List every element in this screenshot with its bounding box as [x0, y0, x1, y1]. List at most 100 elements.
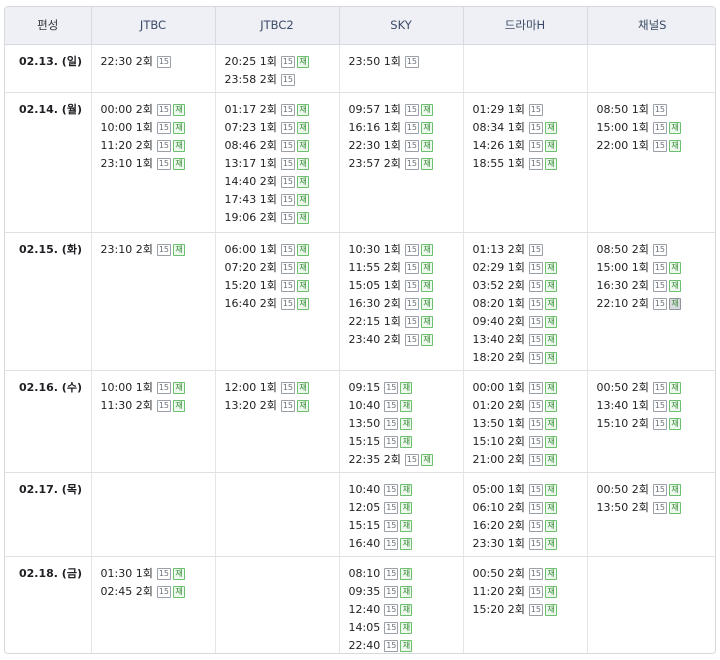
airtime-text: 07:20 2회	[224, 260, 277, 274]
rerun-badge: 재	[669, 417, 682, 430]
age-rating-15-badge: 15	[384, 603, 399, 616]
airtime-slot: 00:50 2회 15 재	[473, 565, 587, 583]
rerun-badge: 재	[173, 567, 186, 580]
airtime-text: 15:20 1회	[224, 278, 277, 292]
airtime-text: 13:50 1회	[472, 416, 525, 430]
airtime-text: 15:00 1회	[596, 120, 649, 134]
airtime-text: 02:29 1회	[472, 260, 525, 274]
airtime-slot: 11:30 2회 15 재	[101, 397, 215, 415]
age-rating-15-badge: 15	[404, 103, 420, 116]
rerun-badge: 재	[297, 139, 310, 152]
schedule-cell: 00:00 2회 15 재 10:00 1회 15 재 11:20 2회 15 재 23:10 1…	[91, 92, 216, 233]
airtime-slot: 00:50 2회 15 재	[596, 481, 716, 499]
age-rating-15-badge: 15	[384, 399, 399, 412]
airtime-slot: 01:17 2회 15 재	[225, 101, 339, 119]
rerun-badge: 재	[545, 333, 558, 346]
airtime-text: 14:40 2회	[224, 174, 277, 188]
header-channel-channels: 채널S	[587, 7, 715, 45]
airtime-slot: 13:40 1회 15 재	[597, 397, 716, 415]
rerun-badge: 재	[669, 483, 682, 496]
airtime-text: 15:20 2회	[472, 602, 525, 616]
airtime-text: 15:00 1회	[596, 260, 649, 274]
airtime-slot: 13:50 15 재	[349, 415, 463, 433]
age-rating-15-badge: 15	[528, 537, 544, 550]
airtime-text: 06:00 1회	[224, 242, 277, 256]
airtime-slot: 01:29 1회 15	[473, 101, 587, 119]
rerun-badge: 재	[669, 381, 682, 394]
age-rating-15-badge: 15	[156, 243, 172, 256]
airtime-slot: 08:10 15 재	[349, 565, 463, 583]
airtime-text: 09:15	[348, 380, 381, 394]
airtime-slot: 15:05 1회 15 재	[349, 277, 463, 295]
airtime-slot: 10:30 1회 15 재	[349, 241, 463, 259]
airtime-text: 13:50 2회	[596, 500, 649, 514]
airtime-slot: 07:23 1회 15 재	[225, 119, 339, 137]
schedule-cell: 10:40 15 재 12:05 15 재 15:15 15 재 16:40 15 재	[339, 472, 464, 557]
airtime-slot: 17:43 1회 15 재	[225, 191, 339, 209]
airtime-text: 10:40	[348, 482, 381, 496]
airtime-slot: 15:00 1회 15 재	[596, 119, 716, 137]
age-rating-15-badge: 15	[528, 453, 544, 466]
schedule-cell: 09:15 15 재 10:40 15 재 13:50 15 재 15:15 15 재 22:35 2회…	[339, 370, 464, 473]
airtime-text: 15:10 2회	[596, 416, 649, 430]
schedule-cell: 10:30 1회 15 재 11:55 2회 15 재 15:05 1회 15 재 16:30 2…	[339, 232, 464, 371]
airtime-slot: 23:40 2회 15 재	[349, 331, 463, 349]
airtime-slot: 05:00 1회 15 재	[473, 481, 587, 499]
schedule-cell: 00:00 1회 15 재 01:20 2회 15 재 13:50 1회 15 재 15:10 2…	[463, 370, 588, 473]
airtime-slot: 15:10 2회 15 재	[473, 433, 587, 451]
rerun-badge: 재	[669, 279, 682, 292]
header-channel-jtbc2: JTBC2	[215, 7, 340, 45]
airtime-text: 00:00 1회	[472, 380, 525, 394]
rerun-badge: 재	[421, 139, 434, 152]
age-rating-15-badge: 15	[528, 519, 544, 532]
airtime-slot: 11:55 2회 15 재	[349, 259, 463, 277]
rerun-badge: 재	[400, 639, 413, 652]
age-rating-15-badge: 15	[156, 103, 172, 116]
age-rating-15-badge: 15	[652, 243, 668, 256]
rerun-badge: 재	[421, 453, 434, 466]
table-row: 02.16. (수) 10:00 1회 15 재 11:30 2회 15 재 12:00 1회…	[5, 370, 716, 473]
schedule-cell: 01:29 1회 15 08:34 1회 15 재 14:26 1회 15 재 18:55 1회…	[463, 92, 588, 233]
schedule-cell: 23:10 2회 15 재	[91, 232, 216, 371]
schedule-cell	[215, 556, 340, 653]
age-rating-15-badge: 15	[156, 157, 172, 170]
airtime-text: 16:40 2회	[224, 296, 277, 310]
rerun-badge: 재	[297, 157, 310, 170]
age-rating-15-badge: 15	[384, 381, 399, 394]
age-rating-15-badge: 15	[528, 279, 544, 292]
table-row: 02.13. (일) 22:30 2회 15 20:25 1회 15 재 23:58 2회 1…	[5, 44, 715, 93]
schedule-cell: 08:10 15 재 09:35 15 재 12:40 15 재 14:05 15 재 22:40 15 재	[339, 556, 464, 653]
age-rating-15-badge: 15	[384, 567, 399, 580]
airtime-text: 23:40 2회	[348, 332, 401, 346]
rerun-badge: 재	[173, 399, 186, 412]
age-rating-15-badge: 15	[280, 175, 296, 188]
airtime-slot: 16:40 2회 15 재	[225, 295, 339, 313]
age-rating-15-badge: 15	[404, 333, 420, 346]
airtime-slot: 23:30 1회 15 재	[473, 535, 587, 553]
age-rating-15-badge: 15	[384, 537, 399, 550]
rerun-badge: 재	[669, 261, 682, 274]
age-rating-15-badge: 15	[652, 261, 668, 274]
age-rating-15-badge: 15	[528, 483, 544, 496]
age-rating-15-badge: 15	[404, 453, 420, 466]
airtime-slot: 01:13 2회 15	[473, 241, 587, 259]
airtime-slot: 15:15 15 재	[349, 433, 463, 451]
rerun-badge: 재	[400, 519, 413, 532]
age-rating-15-badge: 15	[156, 399, 172, 412]
rerun-badge: 재	[545, 315, 558, 328]
age-rating-15-badge: 15	[384, 639, 399, 652]
airtime-text: 18:20 2회	[472, 350, 525, 364]
airtime-slot: 15:00 1회 15 재	[596, 259, 716, 277]
age-rating-15-badge: 15	[280, 297, 296, 310]
airtime-slot: 18:55 1회 15 재	[473, 155, 587, 173]
airtime-text: 23:57 2회	[348, 156, 401, 170]
rerun-badge: 재	[545, 603, 558, 616]
airtime-slot: 23:50 1회 15	[349, 53, 463, 71]
age-rating-15-badge: 15	[528, 567, 544, 580]
table-row: 02.18. (금) 01:30 1회 15 재 02:45 2회 15 재 08:10 15 재…	[5, 556, 715, 653]
age-rating-15-badge: 15	[404, 279, 420, 292]
airtime-text: 11:20 2회	[100, 138, 153, 152]
airtime-text: 00:50 2회	[596, 482, 649, 496]
schedule-cell	[587, 556, 715, 653]
airtime-slot: 11:20 2회 15 재	[473, 583, 587, 601]
